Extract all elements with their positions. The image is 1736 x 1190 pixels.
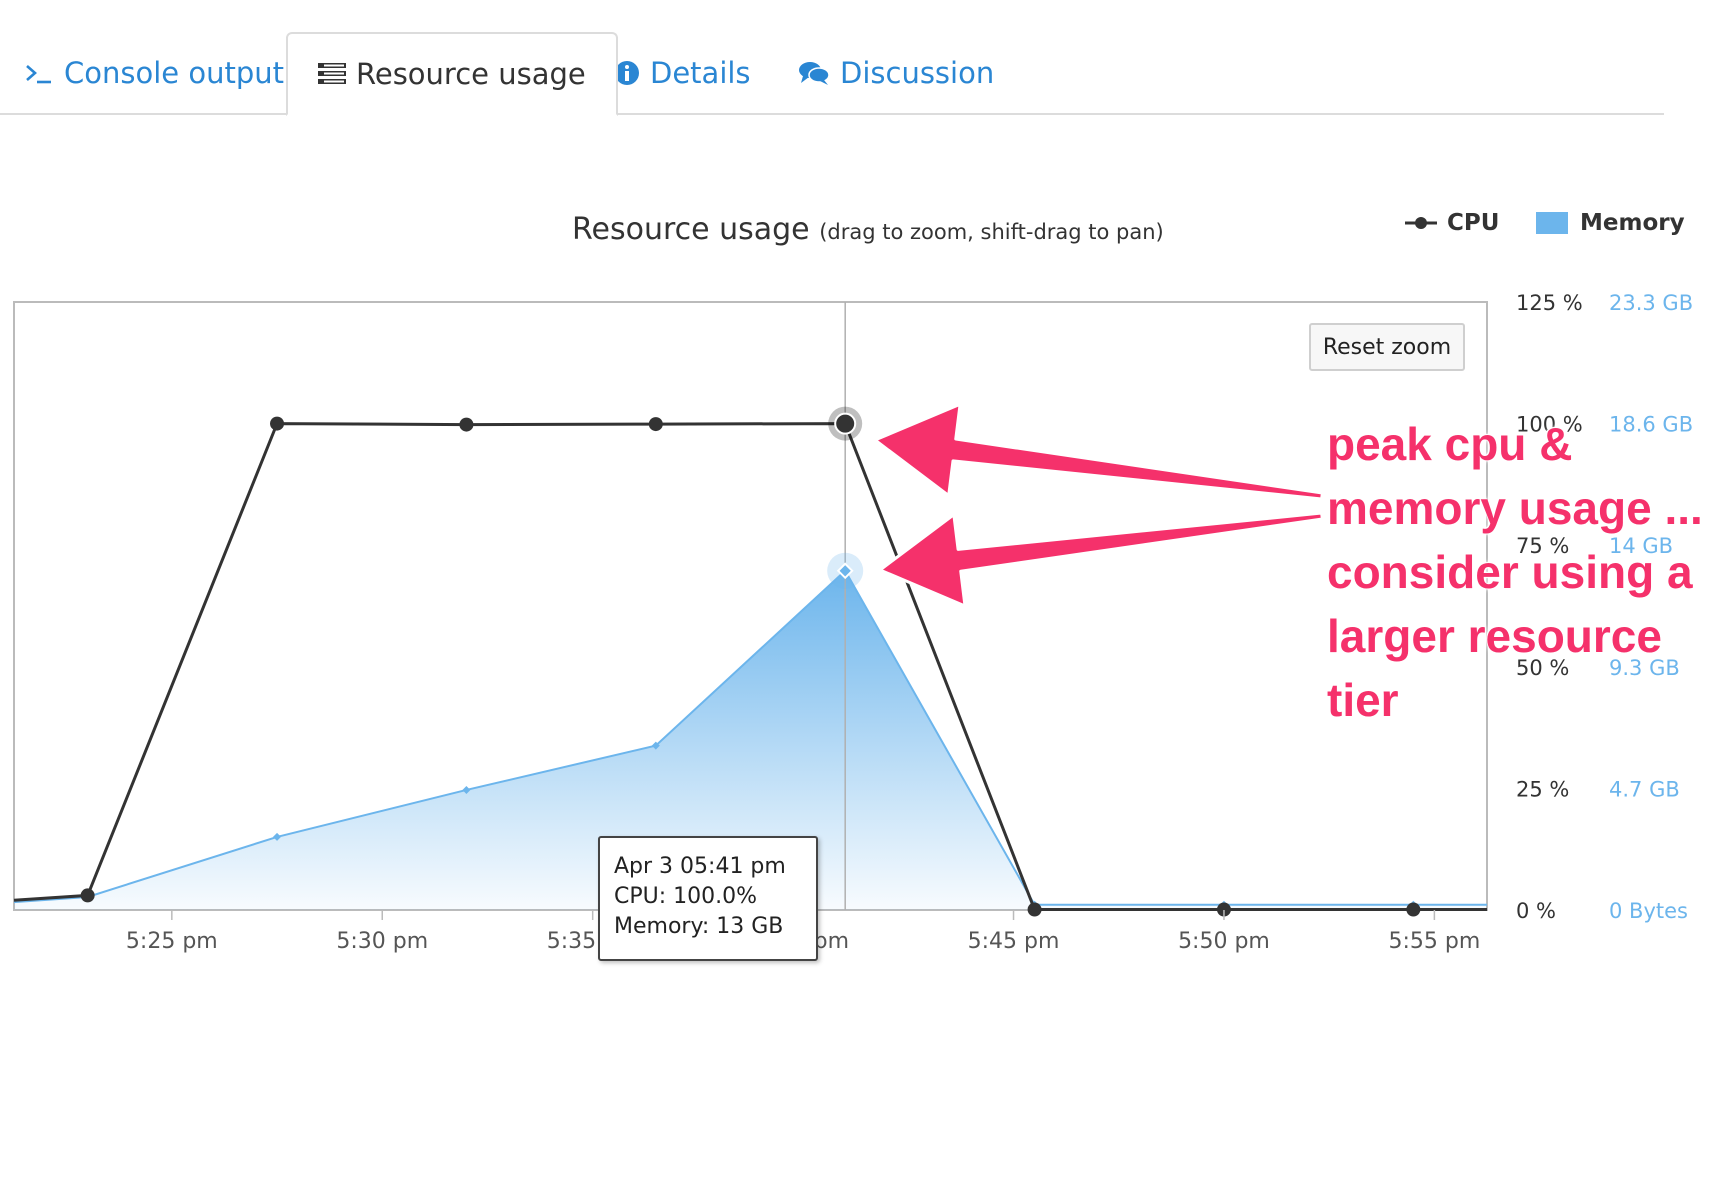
y-axis-memory-tick-label: 4.7 GB [1609, 777, 1680, 801]
cpu-highlight-point [834, 412, 857, 435]
tooltip-date: Apr 3 05:41 pm [614, 854, 786, 879]
x-tick-label: 5:25 pm [126, 929, 218, 954]
y-axis-cpu-tick-label: 125 % [1516, 291, 1583, 315]
x-tick-label: 5:55 pm [1388, 929, 1480, 954]
cpu-point [1027, 902, 1042, 917]
tab-resource-usage[interactable]: Resource usage [286, 32, 618, 116]
cpu-point [648, 417, 663, 432]
x-tick-label: 5:30 pm [336, 929, 428, 954]
tab-label: Resource usage [356, 57, 586, 91]
tooltip-cpu: CPU: 100.0% [614, 884, 758, 909]
list-icon [318, 62, 346, 86]
reset-zoom-button[interactable]: Reset zoom [1309, 323, 1465, 371]
y-axis-memory-tick-label: 23.3 GB [1609, 291, 1693, 315]
cpu-point [459, 417, 474, 432]
cpu-point [270, 416, 285, 431]
y-axis-cpu-tick-label: 25 % [1516, 777, 1569, 801]
x-tick-label: 5:50 pm [1178, 929, 1270, 954]
annotation-text: peak cpu & memory usage ... consider usi… [1327, 418, 1703, 726]
annotation-arrow-memory [878, 511, 1324, 608]
cpu-point [80, 888, 95, 903]
x-tick-label: 5:45 pm [968, 929, 1060, 954]
cpu-point [1406, 902, 1421, 917]
annotation-arrow-cpu [873, 402, 1324, 501]
y-axis-cpu-tick-label: 0 % [1516, 899, 1556, 923]
chart-tooltip: Apr 3 05:41 pm CPU: 100.0% Memory: 13 GB [598, 836, 818, 961]
y-axis-memory-tick-label: 0 Bytes [1609, 899, 1688, 923]
tooltip-memory: Memory: 13 GB [614, 914, 784, 939]
